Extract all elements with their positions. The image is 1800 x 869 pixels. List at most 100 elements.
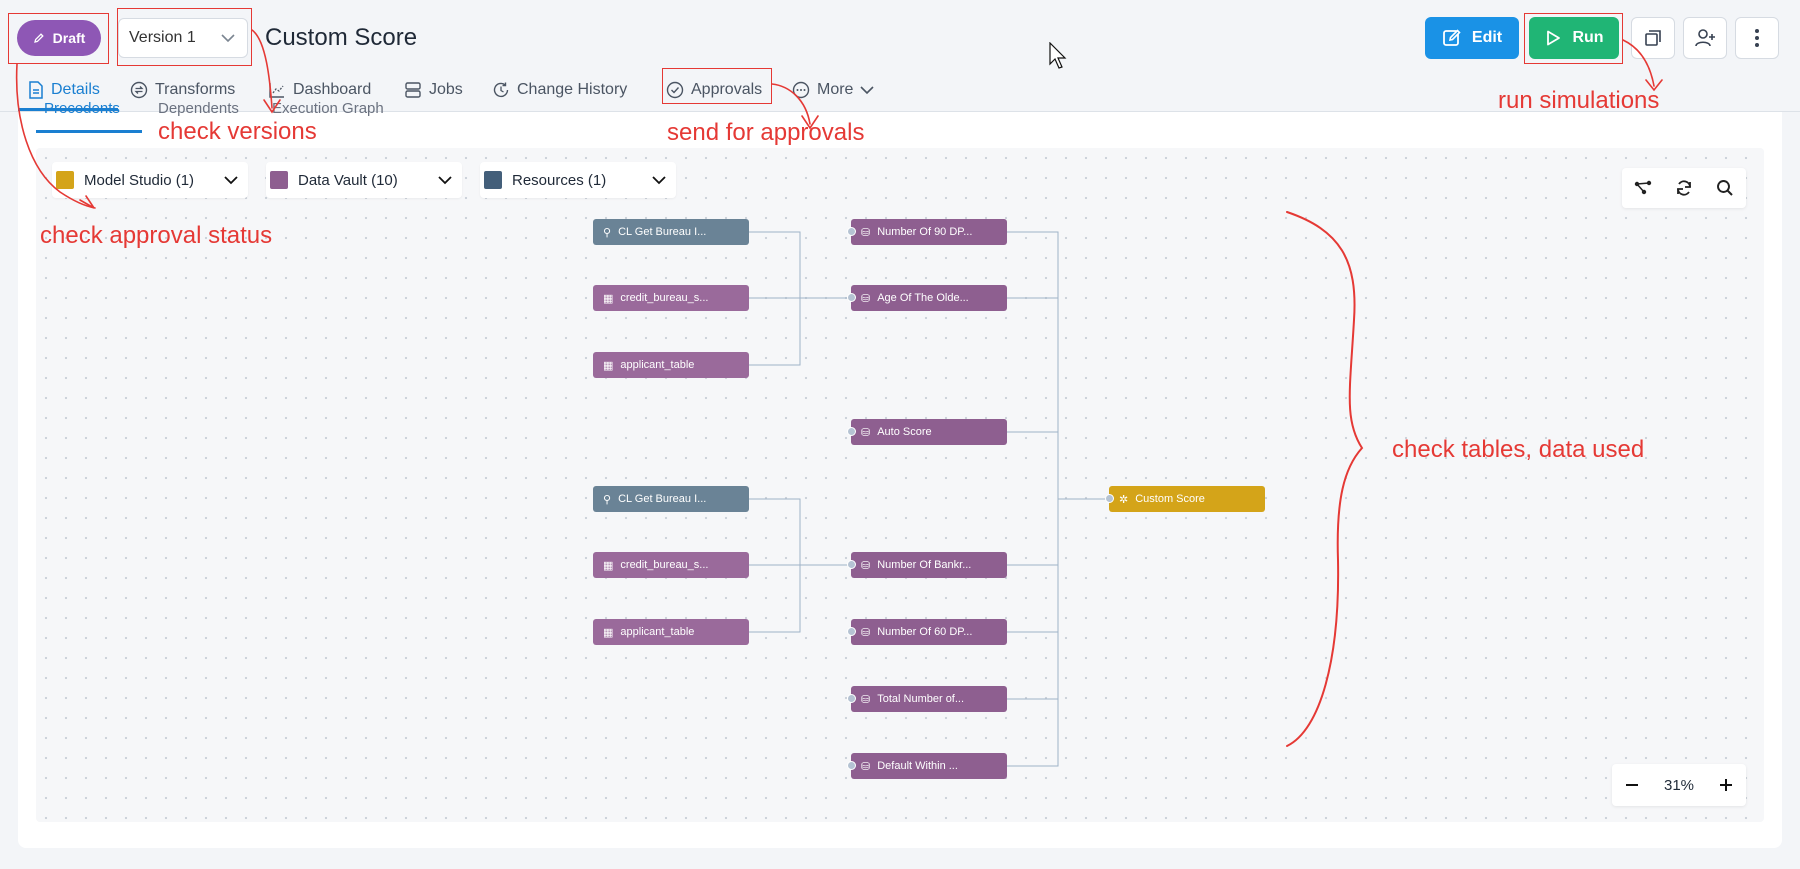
edit-label: Edit	[1471, 29, 1503, 46]
node-label: applicant_table	[620, 626, 695, 638]
node-port	[847, 427, 856, 436]
api-icon: ⚲	[603, 493, 612, 506]
node-label: CL Get Bureau I...	[618, 226, 707, 238]
annotation-box	[8, 13, 109, 64]
annotation-tables: check tables, data used	[1392, 436, 1645, 463]
graph-node-table[interactable]: ▦ applicant_table	[593, 352, 749, 378]
sparkle-icon: ✲	[1119, 493, 1129, 506]
table-icon: ▦	[603, 559, 614, 572]
annotation-run: run simulations	[1498, 87, 1660, 114]
filter-model-studio[interactable]: Model Studio (1)	[52, 162, 248, 198]
chevron-down-icon	[224, 175, 238, 184]
chevron-down-icon	[438, 175, 452, 184]
add-user-icon	[1695, 29, 1715, 47]
node-port	[847, 627, 856, 636]
sub-tabs: Precedents Dependents Execution Graph	[18, 96, 618, 134]
annotation-box	[662, 68, 772, 104]
database-icon: ⛁	[861, 226, 871, 239]
database-icon: ⛁	[861, 693, 871, 706]
graph-toolbar	[1622, 168, 1746, 208]
node-label: Age Of The Olde...	[877, 292, 969, 304]
zoom-control: 31%	[1612, 764, 1746, 806]
node-label: credit_bureau_s...	[620, 292, 709, 304]
lineage-graph-canvas[interactable]	[36, 148, 1764, 822]
node-label: Number Of Bankr...	[877, 559, 972, 571]
zoom-level: 31%	[1663, 776, 1695, 794]
node-label: Number Of 60 DP...	[877, 626, 973, 638]
table-icon: ▦	[603, 292, 614, 305]
graph-node-data-vault[interactable]: ⛁ Number Of Bankr...	[851, 552, 1007, 578]
layout-icon[interactable]	[1634, 180, 1652, 196]
database-icon: ⛁	[861, 760, 871, 773]
duplicate-button[interactable]	[1631, 17, 1675, 59]
page-title: Custom Score	[265, 24, 418, 51]
search-icon[interactable]	[1716, 179, 1734, 197]
annotation-box	[1524, 13, 1623, 64]
legend-swatch	[56, 171, 74, 189]
more-options-button[interactable]	[1735, 17, 1779, 59]
graph-node-data-vault[interactable]: ⛁ Age Of The Olde...	[851, 285, 1007, 311]
node-label: Number Of 90 DP...	[877, 226, 973, 238]
table-icon: ▦	[603, 626, 614, 639]
kebab-icon	[1755, 29, 1759, 47]
node-label: Total Number of...	[877, 693, 965, 705]
graph-node-data-vault[interactable]: ⛁ Auto Score	[851, 419, 1007, 445]
node-label: credit_bureau_s...	[620, 559, 709, 571]
legend-swatch	[484, 171, 502, 189]
filter-resources[interactable]: Resources (1)	[480, 162, 676, 198]
chevron-down-icon	[860, 85, 875, 94]
node-label: Default Within ...	[877, 760, 958, 772]
node-label: CL Get Bureau I...	[618, 493, 707, 505]
mouse-cursor-icon	[1049, 42, 1067, 69]
graph-node-data-vault[interactable]: ⛁ Number Of 60 DP...	[851, 619, 1007, 645]
share-user-button[interactable]	[1683, 17, 1727, 59]
chevron-down-icon	[652, 175, 666, 184]
more-icon	[792, 81, 810, 99]
filter-label: Resources (1)	[512, 171, 607, 189]
filter-label: Model Studio (1)	[84, 171, 195, 189]
graph-node-table[interactable]: ▦ credit_bureau_s...	[593, 552, 749, 578]
edit-icon	[1442, 29, 1461, 46]
subtab-precedents[interactable]: Precedents	[44, 100, 120, 117]
annotation-approval-status: check approval status	[40, 222, 273, 249]
node-port	[847, 293, 856, 302]
graph-node-resource[interactable]: ⚲ CL Get Bureau I...	[593, 219, 749, 245]
annotation-box	[117, 8, 252, 66]
node-port	[847, 227, 856, 236]
tab-label: More	[817, 81, 854, 98]
legend-swatch	[270, 171, 288, 189]
graph-node-model-studio[interactable]: ✲ Custom Score	[1109, 486, 1265, 512]
edit-button[interactable]: Edit	[1425, 17, 1519, 59]
node-port	[1105, 494, 1114, 503]
active-subtab-indicator	[36, 130, 142, 133]
graph-node-table[interactable]: ▦ applicant_table	[593, 619, 749, 645]
graph-node-data-vault[interactable]: ⛁ Number Of 90 DP...	[851, 219, 1007, 245]
api-icon: ⚲	[603, 226, 612, 239]
filter-label: Data Vault (10)	[298, 171, 398, 189]
annotation-versions: check versions	[158, 118, 317, 145]
database-icon: ⛁	[861, 559, 871, 572]
node-label: applicant_table	[620, 359, 695, 371]
zoom-in-icon[interactable]	[1718, 777, 1734, 793]
node-port	[847, 761, 856, 770]
database-icon: ⛁	[861, 626, 871, 639]
graph-node-data-vault[interactable]: ⛁ Total Number of...	[851, 686, 1007, 712]
copy-icon	[1645, 30, 1661, 46]
database-icon: ⛁	[861, 426, 871, 439]
graph-node-resource[interactable]: ⚲ CL Get Bureau I...	[593, 486, 749, 512]
graph-node-table[interactable]: ▦ credit_bureau_s...	[593, 285, 749, 311]
node-label: Custom Score	[1135, 493, 1205, 505]
subtab-execution-graph[interactable]: Execution Graph	[272, 100, 384, 117]
zoom-out-icon[interactable]	[1624, 777, 1640, 793]
node-port	[847, 694, 856, 703]
tab-more[interactable]: More	[792, 68, 875, 112]
annotation-approvals: send for approvals	[667, 119, 865, 146]
node-port	[847, 560, 856, 569]
refresh-icon[interactable]	[1675, 179, 1693, 197]
database-icon: ⛁	[861, 292, 871, 305]
filter-data-vault[interactable]: Data Vault (10)	[266, 162, 462, 198]
graph-node-data-vault[interactable]: ⛁ Default Within ...	[851, 753, 1007, 779]
table-icon: ▦	[603, 359, 614, 372]
node-label: Auto Score	[877, 426, 932, 438]
subtab-dependents[interactable]: Dependents	[158, 100, 239, 117]
